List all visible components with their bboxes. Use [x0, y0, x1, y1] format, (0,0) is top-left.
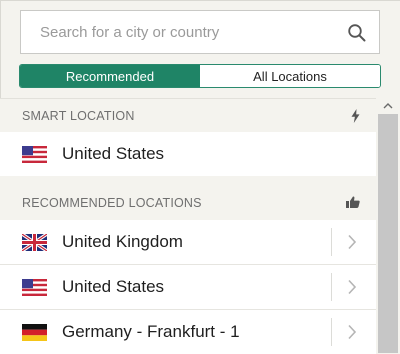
window-top-border — [0, 0, 400, 1]
search-box[interactable] — [20, 10, 380, 54]
location-tabs: Recommended All Locations — [19, 64, 381, 88]
recommended-locations-title: RECOMMENDED LOCATIONS — [22, 196, 202, 210]
location-label: Germany - Frankfurt - 1 — [62, 322, 240, 341]
location-label: United States — [62, 277, 165, 296]
location-list: SMART LOCATION United States RECOMMENDED… — [0, 98, 376, 354]
location-row-germany-frankfurt-1[interactable]: Germany - Frankfurt - 1 — [0, 310, 376, 354]
us-flag-icon — [22, 278, 47, 296]
chevron-right-icon[interactable] — [347, 234, 357, 250]
search-icon[interactable] — [347, 23, 367, 43]
tab-all-locations[interactable]: All Locations — [200, 65, 380, 87]
scrollbar-thumb[interactable] — [378, 114, 398, 353]
tab-recommended[interactable]: Recommended — [20, 65, 200, 87]
smart-location-label: United States — [62, 144, 165, 163]
smart-location-title: SMART LOCATION — [22, 109, 135, 123]
chevron-right-icon[interactable] — [347, 324, 357, 340]
search-input[interactable] — [21, 11, 341, 53]
us-flag-icon — [22, 145, 47, 163]
row-divider — [331, 273, 332, 301]
thumbs-up-icon — [346, 196, 360, 208]
smart-location-row[interactable]: United States — [0, 132, 376, 176]
chevron-right-icon[interactable] — [347, 279, 357, 295]
row-divider — [331, 318, 332, 346]
scroll-up-arrow-icon[interactable] — [380, 101, 396, 111]
location-row-united-kingdom[interactable]: United Kingdom — [0, 220, 376, 265]
smart-location-header: SMART LOCATION — [0, 101, 376, 131]
row-divider — [331, 228, 332, 256]
recommended-locations-header: RECOMMENDED LOCATIONS — [0, 188, 376, 218]
uk-flag-icon — [22, 233, 47, 251]
scrollbar[interactable] — [376, 98, 400, 353]
location-label: United Kingdom — [62, 232, 183, 251]
location-row-united-states[interactable]: United States — [0, 265, 376, 310]
germany-flag-icon — [22, 323, 47, 341]
lightning-icon — [351, 109, 360, 123]
